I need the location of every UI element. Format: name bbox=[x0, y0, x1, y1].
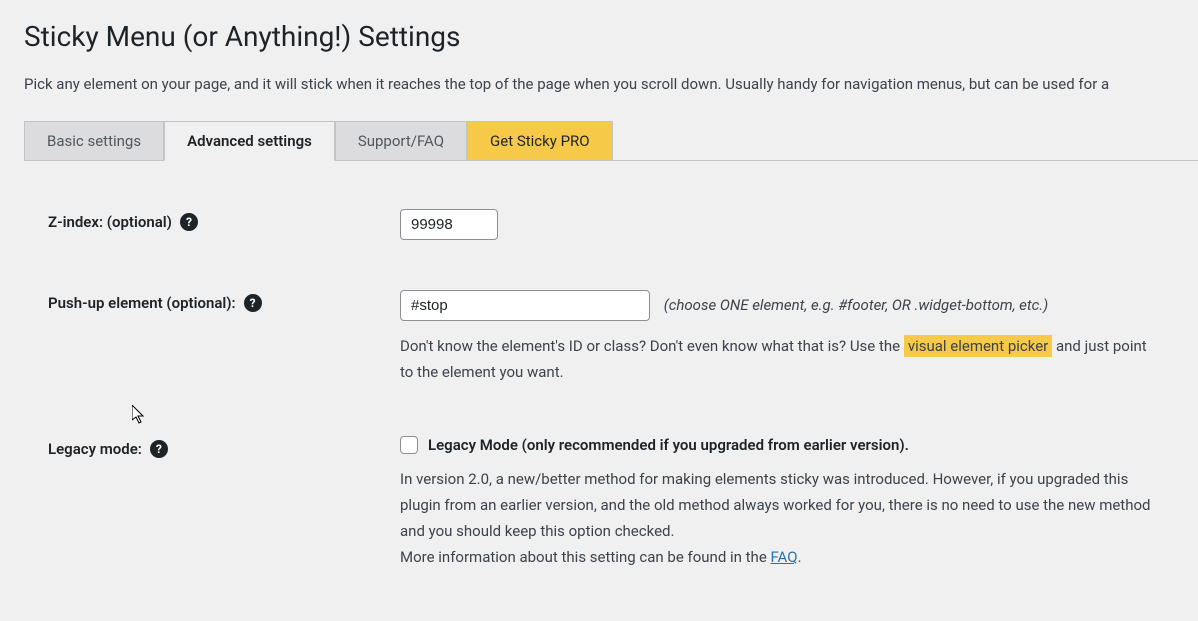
help-icon[interactable]: ? bbox=[180, 213, 198, 231]
visual-picker-link[interactable]: visual element picker bbox=[904, 335, 1052, 357]
pushup-desc: Don't know the element's ID or class? Do… bbox=[400, 333, 1160, 386]
row-zindex: Z-index: (optional) ? bbox=[48, 209, 1198, 240]
row-legacy: Legacy mode: ? Legacy Mode (only recomme… bbox=[48, 436, 1198, 571]
label-legacy: Legacy mode: ? bbox=[48, 436, 400, 458]
legacy-checkbox-label: Legacy Mode (only recommended if you upg… bbox=[428, 436, 909, 454]
zindex-input[interactable] bbox=[400, 209, 498, 240]
help-icon[interactable]: ? bbox=[244, 294, 262, 312]
pushup-desc-before: Don't know the element's ID or class? Do… bbox=[400, 337, 904, 355]
field-legacy: Legacy Mode (only recommended if you upg… bbox=[400, 436, 1160, 571]
legacy-checkbox-wrap: Legacy Mode (only recommended if you upg… bbox=[400, 436, 1160, 454]
label-pushup: Push-up element (optional): ? bbox=[48, 290, 400, 312]
label-legacy-text: Legacy mode: bbox=[48, 440, 142, 458]
tab-basic-settings[interactable]: Basic settings bbox=[24, 121, 164, 160]
faq-link[interactable]: FAQ bbox=[771, 548, 798, 566]
field-pushup: (choose ONE element, e.g. #footer, OR .w… bbox=[400, 290, 1160, 386]
label-zindex-text: Z-index: (optional) bbox=[48, 213, 172, 231]
tabs-nav: Basic settings Advanced settings Support… bbox=[24, 121, 1198, 161]
tab-get-sticky-pro[interactable]: Get Sticky PRO bbox=[467, 121, 613, 160]
help-icon[interactable]: ? bbox=[150, 440, 168, 458]
settings-form: Z-index: (optional) ? Push-up element (o… bbox=[24, 161, 1198, 571]
tab-support-faq[interactable]: Support/FAQ bbox=[335, 121, 467, 160]
field-zindex bbox=[400, 209, 1160, 240]
page-intro: Pick any element on your page, and it wi… bbox=[24, 75, 1198, 93]
legacy-checkbox[interactable] bbox=[400, 436, 418, 454]
label-pushup-text: Push-up element (optional): bbox=[48, 294, 236, 312]
label-zindex: Z-index: (optional) ? bbox=[48, 209, 400, 231]
pushup-input[interactable] bbox=[400, 290, 650, 321]
row-pushup: Push-up element (optional): ? (choose ON… bbox=[48, 290, 1198, 386]
legacy-desc: In version 2.0, a new/better method for … bbox=[400, 466, 1160, 571]
page-title: Sticky Menu (or Anything!) Settings bbox=[24, 20, 1198, 53]
tab-advanced-settings[interactable]: Advanced settings bbox=[164, 121, 335, 161]
legacy-desc-2-before: More information about this setting can … bbox=[400, 548, 771, 566]
legacy-desc-1: In version 2.0, a new/better method for … bbox=[400, 470, 1151, 541]
pushup-hint: (choose ONE element, e.g. #footer, OR .w… bbox=[664, 296, 1048, 314]
legacy-desc-2-after: . bbox=[798, 548, 802, 566]
